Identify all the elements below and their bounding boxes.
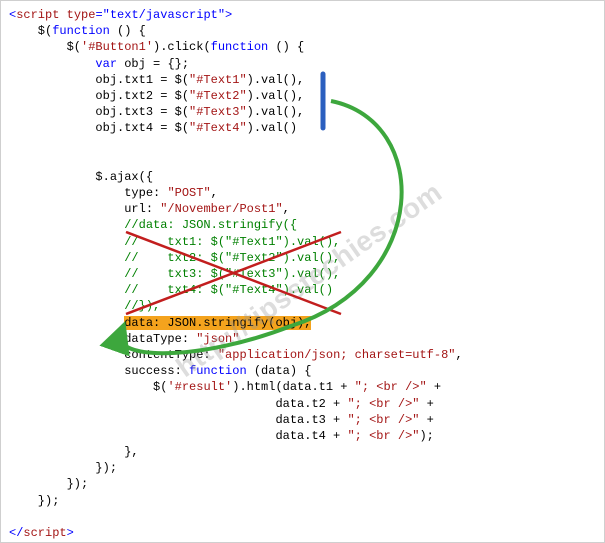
commented-line: // txt4: $("#Text4").val(): [9, 283, 333, 297]
commented-line: // txt3: $("#Text3").val(),: [9, 267, 340, 281]
code-block: <script type="text/javascript"> $(functi…: [1, 1, 604, 543]
highlighted-line: data: JSON.stringify(obj),: [124, 316, 311, 330]
commented-line: // txt1: $("#Text1").val(),: [9, 235, 340, 249]
commented-line: //data: JSON.stringify({: [9, 218, 297, 232]
code-screenshot: { "watermark": "http://tipsstechies.com"…: [0, 0, 605, 543]
commented-line: // txt2: $("#Text2").val(),: [9, 251, 340, 265]
commented-line: //}),: [9, 299, 160, 313]
